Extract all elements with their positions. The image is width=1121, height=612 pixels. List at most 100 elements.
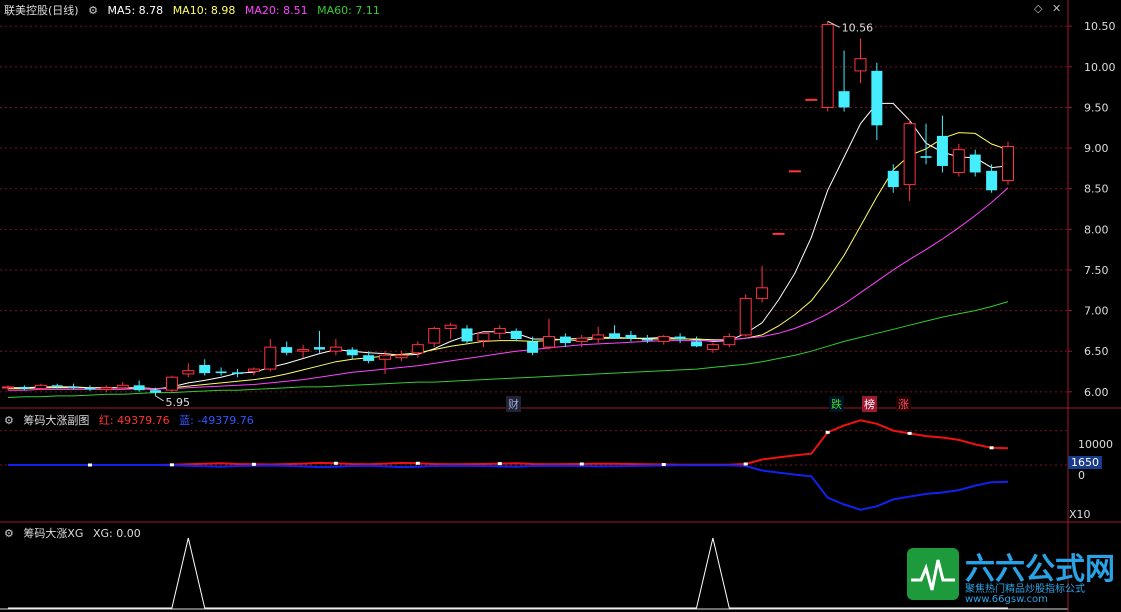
candle (395, 351, 408, 361)
settings-icon[interactable]: ⚙ (4, 414, 14, 427)
chart-stage: 10.56 5.95 10.50 10.00 9.50 9.00 8.50 8.00 7.50… (0, 0, 1121, 612)
candle-body (559, 336, 571, 344)
candle-body (575, 337, 588, 342)
candle-body (691, 341, 703, 347)
xg-panel-header: ⚙ 筹码大涨XG XG: 0.00 (4, 525, 147, 541)
candle-body (165, 376, 178, 391)
candle-body (281, 347, 293, 353)
price-tick-label: 10.00 (1084, 61, 1116, 74)
candle-body (821, 24, 834, 108)
candle-body (772, 232, 785, 235)
price-tick-label: 9.50 (1084, 101, 1109, 114)
candle-body (215, 371, 227, 374)
xg-value-label: XG: 0.00 (92, 527, 141, 540)
candle-body (592, 334, 605, 340)
indicator-lines (8, 419, 1009, 511)
candle (510, 328, 522, 342)
candle-body (264, 346, 277, 370)
candle-body (428, 327, 441, 344)
candle (887, 164, 899, 193)
candle-body (363, 355, 375, 361)
marker-cai: 财 (506, 396, 521, 412)
price-panel-header: 联美控股(日线) ⚙ MA5: 8.78 MA10: 8.98 MA20: 8.… (4, 2, 386, 18)
candle (723, 333, 736, 348)
candle (920, 123, 932, 165)
indicator-dot (825, 430, 830, 434)
candle (854, 38, 867, 84)
candle-body (952, 149, 965, 173)
candle (542, 318, 555, 350)
indicator-grid (0, 430, 1068, 466)
candle (559, 333, 571, 348)
candle (281, 341, 293, 356)
candle (215, 367, 227, 376)
price-grid (0, 25, 1068, 393)
indicator-panel-header: ⚙ 筹码大涨副图 红: 49379.76 蓝: -49379.76 (4, 412, 260, 428)
candle (18, 385, 30, 391)
tick-0: 0 (1078, 469, 1085, 482)
candle-body (936, 135, 948, 166)
indicator-dot (579, 462, 584, 466)
red-value-label: 红: 49379.76 (98, 414, 170, 427)
candle (84, 385, 96, 391)
candle-body (51, 385, 63, 387)
candle-body (542, 336, 555, 348)
ma-line-ma20 (8, 187, 1009, 391)
candle-body (756, 287, 769, 299)
candle-body (625, 334, 637, 339)
candle-body (68, 386, 80, 388)
candle-body (871, 70, 883, 126)
indicator-title: 筹码大涨副图 (23, 414, 90, 427)
candle (772, 232, 785, 235)
ma-line-ma10 (8, 132, 1009, 390)
candle (297, 344, 310, 358)
candle (346, 347, 358, 360)
indicator-dot (415, 461, 420, 465)
candle (609, 325, 621, 339)
candle (691, 336, 703, 348)
indicator-dot (87, 463, 92, 467)
blue-value-label: 蓝: -49379.76 (179, 414, 254, 427)
site-logo: 六六公式网 聚焦热门精品炒股指标公式 www.66gsw.com (903, 540, 1121, 612)
candle-body (854, 58, 867, 72)
panel-frames (0, 0, 1121, 612)
indicator-dot (907, 431, 912, 435)
logo-sub: 聚焦热门精品炒股指标公式 (965, 584, 1085, 595)
candle (1002, 141, 1014, 185)
candle-body (969, 154, 981, 173)
candle (592, 326, 605, 344)
candle (165, 375, 178, 392)
logo-url: www.66gsw.com (965, 594, 1048, 605)
candle-body (395, 354, 408, 359)
xg-line (8, 537, 1008, 609)
candle-body (247, 368, 260, 372)
candle-body (461, 328, 473, 342)
candle-body (527, 341, 539, 353)
indicator-dot (989, 446, 994, 450)
candle (2, 385, 14, 391)
price-tick-label: 6.00 (1084, 386, 1109, 399)
candle-body (182, 370, 195, 375)
candle (182, 363, 195, 378)
price-axis: 10.50 10.00 9.50 9.00 8.50 8.00 7.50 7.00 6.50 6.… (1068, 20, 1116, 399)
candle (411, 341, 424, 358)
candle (247, 367, 260, 376)
ma-lines (7, 102, 1009, 398)
candle (805, 98, 818, 101)
close-icon[interactable]: ✕ (1052, 2, 1061, 15)
candle (756, 265, 769, 303)
candle-body (346, 349, 358, 356)
low-label: 5.95 (166, 396, 191, 409)
candle (428, 326, 441, 348)
indicator-dot (743, 462, 748, 466)
settings-icon[interactable]: ⚙ (88, 4, 98, 17)
candle-body (493, 327, 506, 334)
settings-icon[interactable]: ⚙ (4, 527, 14, 540)
candle (674, 333, 686, 344)
diamond-icon[interactable]: ◇ (1034, 2, 1042, 15)
marker-zhang: 涨 (896, 396, 911, 412)
candle (788, 170, 801, 173)
candle-body (788, 170, 801, 173)
window-controls[interactable]: ◇ ✕ (1034, 2, 1061, 15)
candle (133, 380, 145, 392)
